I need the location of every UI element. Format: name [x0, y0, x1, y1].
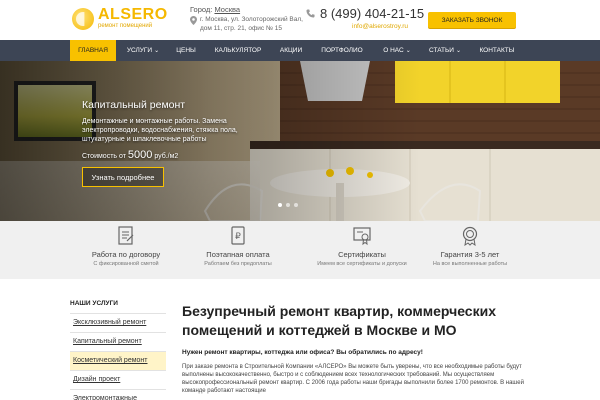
hero-price: Стоимость от 5000 руб./м2	[82, 149, 178, 161]
main-nav: ГЛАВНАЯ УСЛУГИ ⌄ ЦЕНЫ КАЛЬКУЛЯТОР АКЦИИ П…	[0, 40, 600, 61]
nav-label: КАЛЬКУЛЯТОР	[214, 47, 262, 54]
feature-item: Гарантия 3-5 лет На все выполненные рабо…	[410, 221, 530, 279]
price-value: 5000	[127, 149, 153, 161]
nav-item-portfolio[interactable]: ПОРТФОЛИО	[314, 40, 370, 61]
nav-label: АКЦИИ	[279, 47, 303, 54]
feature-item: Работа по договору С фиксированной смето…	[66, 221, 186, 279]
chevron-down-icon: ⌄	[154, 48, 160, 54]
nav-item-prices[interactable]: ЦЕНЫ	[168, 40, 204, 61]
city-link[interactable]: Москва	[214, 5, 240, 14]
nav-item-articles[interactable]: СТАТЬИ ⌄	[422, 40, 468, 61]
city-label: Город:	[190, 5, 213, 14]
nav-label: ЦЕНЫ	[176, 47, 196, 54]
nav-item-about[interactable]: О НАС ⌄	[376, 40, 418, 61]
main-content: Безупречный ремонт квартир, коммерческих…	[182, 302, 532, 395]
learn-more-button[interactable]: Узнать подробнее	[82, 167, 164, 187]
site-logo[interactable]: ALSERO ремонт помещений	[72, 6, 167, 32]
payment-icon: ₽	[231, 226, 245, 245]
contract-icon	[118, 226, 134, 245]
nav-item-promotions[interactable]: АКЦИИ	[272, 40, 310, 61]
chevron-down-icon: ⌄	[405, 48, 411, 54]
feature-item: Сертификаты Имеем все сертификаты и допу…	[302, 221, 422, 279]
intro-question: Нужен ремонт квартиры, коттеджа или офис…	[182, 349, 423, 356]
svg-text:₽: ₽	[235, 231, 241, 241]
certificate-icon	[353, 227, 371, 246]
logo-name: ALSERO	[98, 6, 168, 23]
price-prefix: Стоимость от	[82, 153, 126, 160]
sidebar-title: НАШИ УСЛУГИ	[70, 300, 118, 307]
sidebar-item-design[interactable]: Дизайн проект	[70, 370, 166, 389]
nav-label: ГЛАВНАЯ	[78, 47, 108, 54]
hero-description: Демонтажные и монтажные работы. Замена э…	[82, 118, 238, 143]
sidebar-item-cosmetic[interactable]: Косметический ремонт	[70, 351, 166, 370]
sidebar-item-electrical[interactable]: Электромонтажные	[70, 389, 166, 400]
nav-item-calculator[interactable]: КАЛЬКУЛЯТОР	[207, 40, 269, 61]
feature-title: Гарантия 3-5 лет	[440, 250, 500, 259]
sidebar-item-capital[interactable]: Капитальный ремонт	[70, 332, 166, 351]
nav-label: УСЛУГИ	[126, 47, 153, 54]
feature-title: Поэтапная оплата	[206, 250, 270, 259]
feature-subtitle: Работаем без предоплаты	[204, 261, 272, 267]
callback-button[interactable]: ЗАКАЗАТЬ ЗВОНОК	[428, 12, 516, 28]
address-line-1: г. Москва, ул. Золоторожский Вал,	[200, 16, 303, 23]
feature-subtitle: Имеем все сертификаты и допуски	[317, 261, 407, 267]
page-title: Безупречный ремонт квартир, коммерческих…	[182, 303, 496, 338]
hero-title: Капитальный ремонт	[82, 99, 186, 111]
nav-label: КОНТАКТЫ	[479, 47, 515, 54]
site-header: ALSERO ремонт помещений Город: Москва г.…	[0, 0, 600, 40]
feature-title: Сертификаты	[338, 250, 386, 259]
logo-mark-icon	[72, 8, 94, 30]
feature-subtitle: С фиксированной сметой	[93, 261, 159, 267]
email-link[interactable]: info@alserostroy.ru	[352, 23, 408, 30]
logo-tagline: ремонт помещений	[98, 23, 153, 29]
slider-dot[interactable]	[278, 203, 282, 207]
nav-item-home[interactable]: ГЛАВНАЯ	[70, 40, 116, 61]
address: г. Москва, ул. Золоторожский Вал, дом 11…	[190, 15, 303, 33]
phone-number[interactable]: 8 (499) 404-21-15	[320, 6, 424, 21]
map-pin-icon	[190, 16, 197, 25]
feature-title: Работа по договору	[91, 250, 161, 259]
phone-icon	[306, 9, 315, 18]
price-unit: руб./м2	[154, 153, 179, 160]
city-selector: Город: Москва	[190, 5, 240, 14]
services-sidebar: НАШИ УСЛУГИ Эксклюзивный ремонт Капиталь…	[70, 300, 166, 400]
slider-dot[interactable]	[294, 203, 298, 207]
sidebar-item-exclusive[interactable]: Эксклюзивный ремонт	[70, 313, 166, 332]
feature-item: ₽ Поэтапная оплата Работаем без предопла…	[178, 221, 298, 279]
intro-paragraph: При заказе ремонта в Строительной Компан…	[182, 364, 524, 394]
nav-label: СТАТЬИ	[429, 47, 454, 54]
address-line-2: дом 11, стр. 21, офис № 15	[200, 25, 282, 32]
nav-item-services[interactable]: УСЛУГИ ⌄	[120, 40, 166, 61]
nav-item-contacts[interactable]: КОНТАКТЫ	[472, 40, 522, 61]
hero-slider: Капитальный ремонт Демонтажные и монтажн…	[0, 61, 600, 221]
features-strip: Работа по договору С фиксированной смето…	[0, 221, 600, 279]
chevron-down-icon: ⌄	[455, 48, 461, 54]
nav-label: О НАС	[383, 47, 404, 54]
nav-label: ПОРТФОЛИО	[321, 47, 363, 54]
slider-dot[interactable]	[286, 203, 290, 207]
guarantee-icon	[462, 226, 478, 246]
feature-subtitle: На все выполненные работы	[432, 261, 508, 267]
